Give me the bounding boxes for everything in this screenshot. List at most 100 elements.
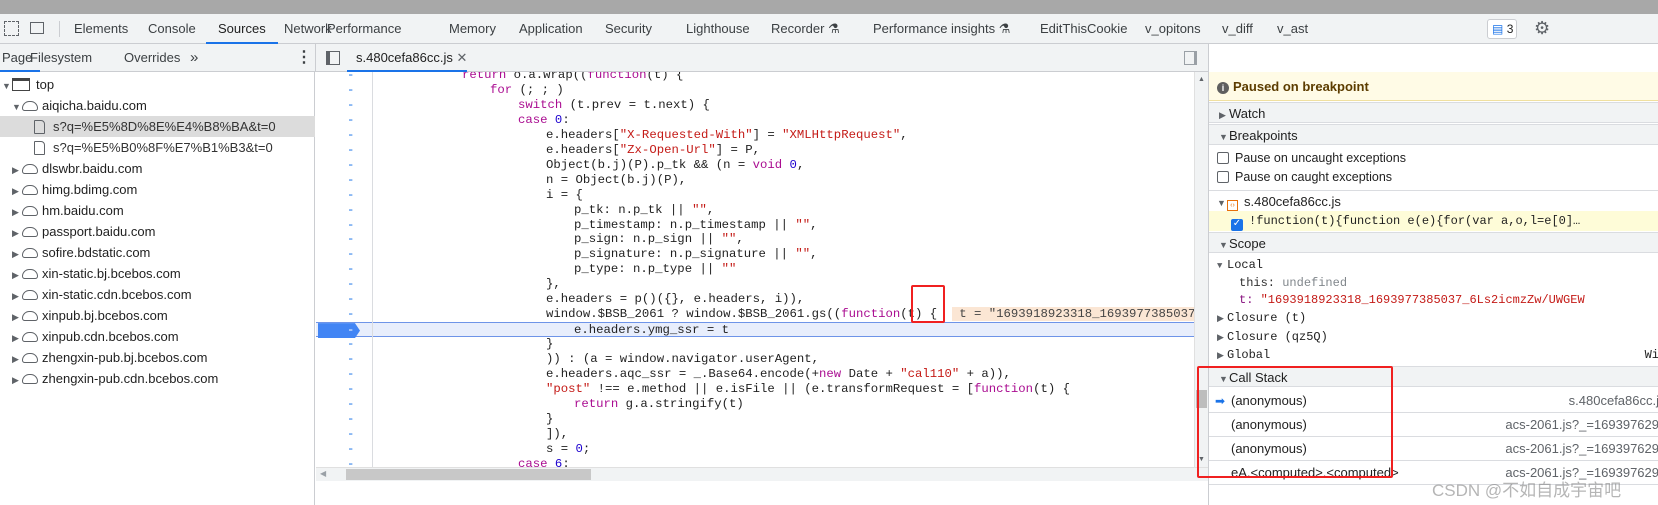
line-number[interactable]: -	[347, 337, 357, 352]
expand-arrow-right-icon[interactable]: ▶	[12, 370, 22, 391]
line-number[interactable]: -	[347, 113, 357, 128]
expand-arrow-right-icon[interactable]: ▶	[12, 223, 22, 244]
scope-closure-qz5q[interactable]: ▶ Closure (qz5Q)	[1209, 328, 1658, 347]
more-tabs-chevron-icon[interactable]: »	[190, 44, 198, 72]
checkbox[interactable]	[1217, 152, 1229, 164]
tab-v_ast[interactable]: v_ast	[1277, 14, 1308, 44]
line-number[interactable]: -	[347, 442, 357, 457]
inspect-element-icon[interactable]	[4, 21, 19, 36]
tab-v_diff[interactable]: v_diff	[1222, 14, 1253, 44]
line-number[interactable]: -	[347, 352, 357, 367]
breakpoint-checkbox[interactable]: ✓	[1231, 219, 1243, 231]
line-number[interactable]: -	[347, 72, 357, 83]
tab-elements[interactable]: Elements	[74, 14, 128, 44]
tree-item[interactable]: ▶ himg.bdimg.com	[0, 179, 315, 200]
line-number[interactable]: -	[347, 277, 357, 292]
line-number[interactable]: -	[347, 83, 357, 98]
tree-item[interactable]: ▶ xin-static.cdn.bcebos.com	[0, 284, 315, 305]
close-tab-icon[interactable]: ✕	[456, 50, 467, 65]
expand-arrow-right-icon[interactable]: ▶	[12, 265, 22, 286]
navigator-menu-icon[interactable]: ⋮	[296, 44, 312, 72]
tree-item[interactable]: s?q=%E5%B0%8F%E7%B1%B3&t=0	[0, 137, 315, 158]
line-number[interactable]: -	[347, 203, 357, 218]
navigator-tab-overrides[interactable]: Overrides	[124, 44, 180, 72]
tree-item[interactable]: ▶ xinpub.cdn.bcebos.com	[0, 326, 315, 347]
line-number[interactable]: -	[347, 128, 357, 143]
expand-arrow-right-icon[interactable]: ▶	[12, 160, 22, 181]
expand-arrow-right-icon[interactable]: ▶	[12, 349, 22, 370]
line-number[interactable]: -	[347, 307, 357, 322]
tab-application[interactable]: Application	[519, 14, 583, 44]
tab-recorder[interactable]: Recorder ⚗	[771, 14, 840, 44]
line-number[interactable]: -	[347, 188, 357, 203]
expand-arrow-right-icon[interactable]: ▶	[12, 181, 22, 202]
line-number[interactable]: -	[347, 143, 357, 158]
line-number[interactable]: -	[347, 323, 357, 338]
tree-item[interactable]: ▶ zhengxin-pub.bj.bcebos.com	[0, 347, 315, 368]
line-number[interactable]: -	[347, 247, 357, 262]
line-number[interactable]: -	[347, 367, 357, 382]
scope-global[interactable]: ▶ Global Wi	[1209, 346, 1658, 365]
tree-item[interactable]: ▶ xinpub.bj.bcebos.com	[0, 305, 315, 326]
scrollbar-thumb[interactable]	[346, 469, 591, 480]
tab-performance[interactable]: Performance	[327, 14, 401, 44]
tab-lighthouse[interactable]: Lighthouse	[686, 14, 750, 44]
editor-tab-file[interactable]: s.480cefa86cc.js ✕	[356, 44, 467, 72]
frame-location[interactable]: acs-2061.js?_=169397629	[1505, 413, 1658, 437]
line-number[interactable]: -	[347, 173, 357, 188]
line-number[interactable]: -	[347, 158, 357, 173]
tree-item[interactable]: s?q=%E5%8D%8E%E4%B8%BA&t=0	[0, 116, 315, 137]
scroll-up-icon[interactable]: ▲	[1198, 76, 1205, 83]
scope-section-header[interactable]: ▼Scope	[1209, 232, 1658, 253]
toggle-navigator-icon[interactable]	[326, 51, 340, 65]
breakpoint-entry[interactable]: ✓ !function(t){function e(e){for(var a,o,…	[1209, 211, 1658, 231]
line-number[interactable]: -	[347, 397, 357, 412]
code-editor[interactable]: - return o.a.wrap((function(t) {- for (; ;…	[316, 72, 1194, 467]
expand-arrow-down-icon[interactable]: ▼	[2, 76, 12, 97]
frame-location[interactable]: acs-2061.js?_=169397629	[1505, 437, 1658, 461]
tab-console[interactable]: Console	[148, 14, 196, 44]
tab-sources[interactable]: Sources	[206, 14, 278, 44]
line-number[interactable]: -	[347, 292, 357, 307]
tree-item[interactable]: ▶ hm.baidu.com	[0, 200, 315, 221]
expand-arrow-right-icon[interactable]: ▶	[12, 328, 22, 349]
tab-network[interactable]: Network	[284, 14, 332, 44]
pause-caught-option[interactable]: Pause on caught exceptions	[1209, 168, 1658, 187]
tab-security[interactable]: Security	[605, 14, 652, 44]
navigator-tab-page[interactable]: Page	[2, 44, 32, 72]
scroll-left-icon[interactable]: ◀	[320, 469, 326, 478]
device-toolbar-icon[interactable]	[30, 22, 44, 34]
tree-item[interactable]: ▶ xin-static.bj.bcebos.com	[0, 263, 315, 284]
line-number[interactable]: -	[347, 262, 357, 277]
tree-item[interactable]: ▼ top	[0, 74, 315, 95]
expand-arrow-right-icon[interactable]: ▶	[12, 202, 22, 223]
expand-arrow-down-icon[interactable]: ▼	[12, 97, 22, 118]
tree-item[interactable]: ▶ sofire.bdstatic.com	[0, 242, 315, 263]
line-number[interactable]: -	[347, 457, 357, 467]
tab-performance-insights[interactable]: Performance insights ⚗	[873, 14, 1010, 44]
tree-item[interactable]: ▶ passport.baidu.com	[0, 221, 315, 242]
watch-section-header[interactable]: ▶ Watch	[1209, 102, 1658, 123]
scope-local[interactable]: ▼ Local	[1209, 256, 1658, 275]
tree-item[interactable]: ▶ zhengxin-pub.cdn.bcebos.com	[0, 368, 315, 389]
line-number[interactable]: -	[347, 412, 357, 427]
tree-item[interactable]: ▼ aiqicha.baidu.com	[0, 95, 315, 116]
frame-location[interactable]: s.480cefa86cc.j	[1569, 389, 1658, 413]
expand-arrow-right-icon[interactable]: ▶	[12, 286, 22, 307]
breakpoints-section-header[interactable]: ▼Breakpoints	[1209, 124, 1658, 145]
expand-arrow-right-icon[interactable]: ▶	[12, 307, 22, 328]
toggle-debugger-icon[interactable]	[1184, 51, 1197, 65]
tab-v_opitons[interactable]: v_opitons	[1145, 14, 1201, 44]
checkbox[interactable]	[1217, 171, 1229, 183]
scope-closure-t[interactable]: ▶ Closure (t)	[1209, 309, 1658, 328]
line-number[interactable]: -	[347, 98, 357, 113]
line-number[interactable]: -	[347, 427, 357, 442]
tab-editthiscookie[interactable]: EditThisCookie	[1040, 14, 1127, 44]
breakpoint-file[interactable]: ▼ ‹› s.480cefa86cc.js	[1209, 192, 1658, 211]
editor-horizontal-scrollbar[interactable]: ◀	[316, 467, 1208, 481]
line-number[interactable]: -	[347, 218, 357, 233]
pause-uncaught-option[interactable]: Pause on uncaught exceptions	[1209, 149, 1658, 168]
line-number[interactable]: -	[347, 382, 357, 397]
settings-gear-icon[interactable]: ⚙	[1534, 18, 1550, 39]
issues-badge[interactable]: ▤ 3	[1487, 19, 1517, 39]
